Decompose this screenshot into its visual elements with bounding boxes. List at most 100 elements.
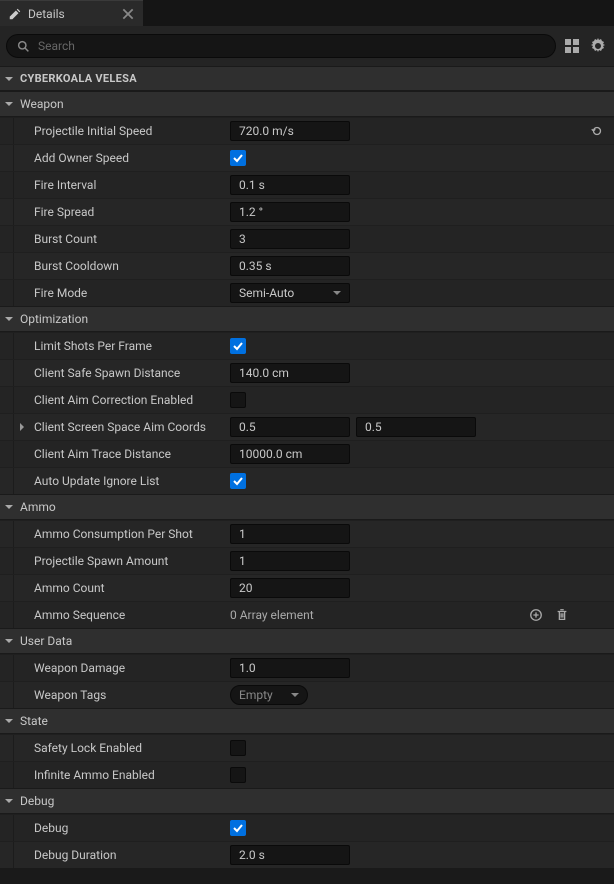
- property-label: Ammo Count: [34, 581, 105, 595]
- burst-cooldown-input[interactable]: [230, 256, 350, 276]
- weapon-damage-input[interactable]: [230, 658, 350, 678]
- debug-duration-input[interactable]: [230, 845, 350, 865]
- debug-checkbox[interactable]: [230, 820, 246, 836]
- tab-bar: Details: [0, 0, 614, 26]
- client-aim-trace-input[interactable]: [230, 444, 350, 464]
- add-icon[interactable]: [526, 605, 546, 625]
- property-label: Auto Update Ignore List: [34, 474, 159, 488]
- property-label: Ammo Sequence: [34, 608, 125, 622]
- section-user-data[interactable]: User Data: [0, 628, 614, 654]
- property-label: Add Owner Speed: [34, 151, 129, 165]
- section-title: Weapon: [20, 97, 64, 111]
- property-label: Infinite Ammo Enabled: [34, 768, 155, 782]
- property-label: Fire Interval: [34, 178, 96, 192]
- tab-title: Details: [28, 7, 65, 21]
- chevron-down-icon: [291, 691, 299, 699]
- section-ammo[interactable]: Ammo: [0, 494, 614, 520]
- spawn-amount-input[interactable]: [230, 551, 350, 571]
- property-label: Client Aim Trace Distance: [34, 447, 171, 461]
- pencil-icon: [8, 7, 22, 21]
- fire-interval-input[interactable]: [230, 175, 350, 195]
- property-label: Fire Spread: [34, 205, 94, 219]
- screen-coord-y-input[interactable]: [356, 417, 476, 437]
- search-bar: [0, 26, 614, 66]
- row-ammo-consumption: Ammo Consumption Per Shot: [0, 520, 614, 547]
- property-label: Debug: [34, 821, 68, 835]
- property-label: Burst Cooldown: [34, 259, 119, 273]
- grid-icon[interactable]: [562, 36, 582, 56]
- section-title: Optimization: [20, 312, 88, 326]
- row-fire-spread: Fire Spread: [0, 198, 614, 225]
- property-label: Debug Duration: [34, 848, 116, 862]
- chevron-down-icon: [4, 796, 14, 806]
- property-label: Ammo Consumption Per Shot: [34, 527, 193, 541]
- chevron-right-icon[interactable]: [18, 423, 28, 431]
- row-projectile-spawn: Projectile Spawn Amount: [0, 547, 614, 574]
- section-title: Debug: [20, 794, 54, 808]
- gear-icon[interactable]: [588, 36, 608, 56]
- dropdown-value: Semi-Auto: [239, 286, 294, 300]
- array-count: 0 Array element: [230, 608, 314, 622]
- chevron-down-icon: [4, 314, 14, 324]
- row-ammo-sequence: Ammo Sequence 0 Array element: [0, 601, 614, 628]
- add-owner-speed-checkbox[interactable]: [230, 150, 246, 166]
- property-label: Client Screen Space Aim Coords: [34, 420, 206, 434]
- revert-icon[interactable]: [590, 124, 604, 138]
- property-label: Client Safe Spawn Distance: [34, 366, 180, 380]
- row-client-aim-correction: Client Aim Correction Enabled: [0, 386, 614, 413]
- row-weapon-tags: Weapon Tags Empty: [0, 681, 614, 708]
- projectile-speed-input[interactable]: [230, 121, 350, 141]
- section-cyberkoala[interactable]: CYBERKOALA VELESA: [0, 66, 614, 91]
- row-infinite-ammo: Infinite Ammo Enabled: [0, 761, 614, 788]
- chevron-down-icon: [4, 74, 14, 84]
- client-safe-spawn-input[interactable]: [230, 363, 350, 383]
- property-label: Limit Shots Per Frame: [34, 339, 152, 353]
- ammo-consumption-input[interactable]: [230, 524, 350, 544]
- row-client-safe-spawn: Client Safe Spawn Distance: [0, 359, 614, 386]
- burst-count-input[interactable]: [230, 229, 350, 249]
- auto-update-ignore-checkbox[interactable]: [230, 473, 246, 489]
- infinite-ammo-checkbox[interactable]: [230, 767, 246, 783]
- search-box[interactable]: [6, 34, 556, 58]
- client-aim-correction-checkbox[interactable]: [230, 392, 246, 408]
- section-state[interactable]: State: [0, 708, 614, 734]
- row-client-aim-trace: Client Aim Trace Distance: [0, 440, 614, 467]
- row-weapon-damage: Weapon Damage: [0, 654, 614, 681]
- chevron-down-icon: [4, 636, 14, 646]
- screen-coord-x-input[interactable]: [230, 417, 350, 437]
- row-projectile-initial-speed: Projectile Initial Speed: [0, 117, 614, 144]
- chevron-down-icon: [333, 289, 341, 297]
- close-icon[interactable]: [121, 7, 135, 21]
- trash-icon[interactable]: [552, 605, 572, 625]
- limit-shots-checkbox[interactable]: [230, 338, 246, 354]
- section-debug[interactable]: Debug: [0, 788, 614, 814]
- property-label: Weapon Damage: [34, 661, 125, 675]
- fire-spread-input[interactable]: [230, 202, 350, 222]
- safety-lock-checkbox[interactable]: [230, 740, 246, 756]
- property-label: Fire Mode: [34, 286, 87, 300]
- section-title: State: [20, 714, 48, 728]
- row-debug-duration: Debug Duration: [0, 841, 614, 868]
- section-title: Ammo: [20, 500, 56, 514]
- search-input[interactable]: [38, 39, 545, 53]
- row-fire-interval: Fire Interval: [0, 171, 614, 198]
- row-add-owner-speed: Add Owner Speed: [0, 144, 614, 171]
- details-tab[interactable]: Details: [0, 0, 143, 26]
- ammo-count-input[interactable]: [230, 578, 350, 598]
- property-label: Projectile Initial Speed: [34, 124, 152, 138]
- property-label: Projectile Spawn Amount: [34, 554, 168, 568]
- search-icon: [17, 40, 30, 53]
- weapon-tags-dropdown[interactable]: Empty: [230, 685, 308, 705]
- row-safety-lock: Safety Lock Enabled: [0, 734, 614, 761]
- section-title: User Data: [20, 634, 72, 648]
- row-client-screen-coords: Client Screen Space Aim Coords: [0, 413, 614, 440]
- fire-mode-dropdown[interactable]: Semi-Auto: [230, 283, 350, 303]
- property-label: Weapon Tags: [34, 688, 106, 702]
- section-weapon[interactable]: Weapon: [0, 91, 614, 117]
- property-label: Client Aim Correction Enabled: [34, 393, 193, 407]
- section-optimization[interactable]: Optimization: [0, 306, 614, 332]
- chevron-down-icon: [4, 716, 14, 726]
- row-debug: Debug: [0, 814, 614, 841]
- property-label: Burst Count: [34, 232, 97, 246]
- row-auto-update-ignore: Auto Update Ignore List: [0, 467, 614, 494]
